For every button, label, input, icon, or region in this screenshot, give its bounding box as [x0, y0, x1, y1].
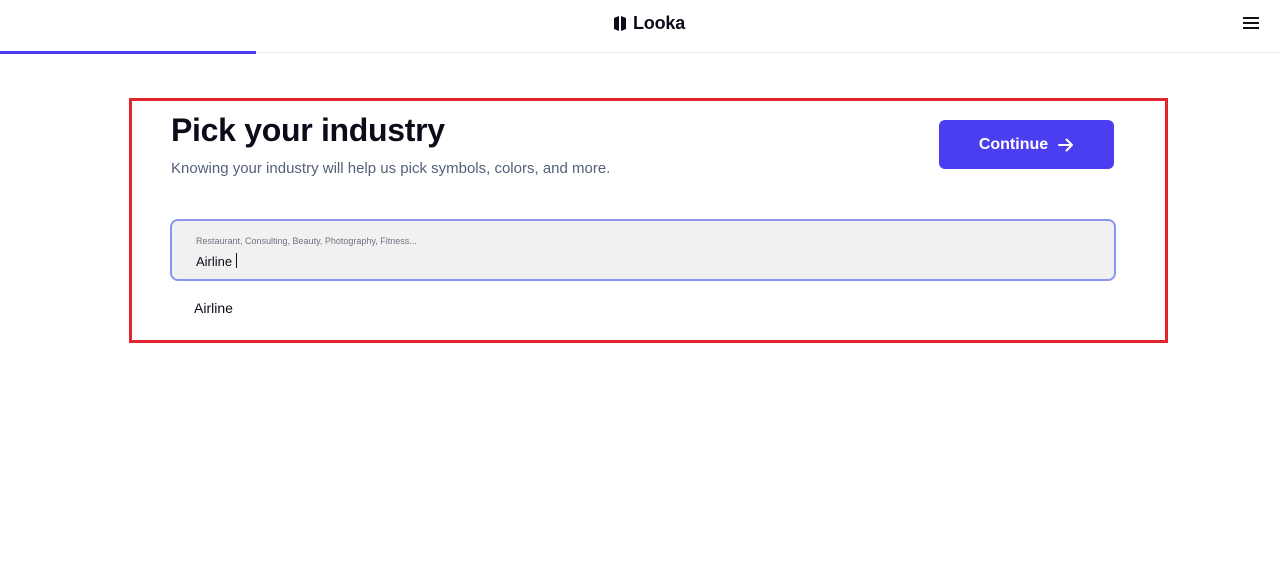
page-subtitle: Knowing your industry will help us pick … — [171, 160, 611, 177]
industry-search-placeholder: Restaurant, Consulting, Beauty, Photogra… — [196, 236, 417, 246]
text-caret — [236, 253, 237, 268]
hamburger-menu-icon[interactable] — [1240, 13, 1262, 33]
page-title: Pick your industry — [171, 112, 445, 148]
progress-bar — [0, 51, 256, 54]
arrow-right-icon — [1058, 138, 1074, 152]
continue-button[interactable]: Continue — [939, 120, 1114, 169]
top-header: Looka — [0, 0, 1280, 54]
continue-label: Continue — [978, 135, 1049, 153]
industry-search-field[interactable]: Restaurant, Consulting, Beauty, Photogra… — [170, 219, 1116, 281]
suggestion-item[interactable]: Airline — [194, 300, 233, 316]
looka-logo-icon — [612, 15, 628, 32]
brand-name: Looka — [633, 12, 686, 33]
industry-search-input[interactable] — [196, 252, 1076, 270]
brand-logo[interactable]: Looka — [612, 12, 685, 34]
